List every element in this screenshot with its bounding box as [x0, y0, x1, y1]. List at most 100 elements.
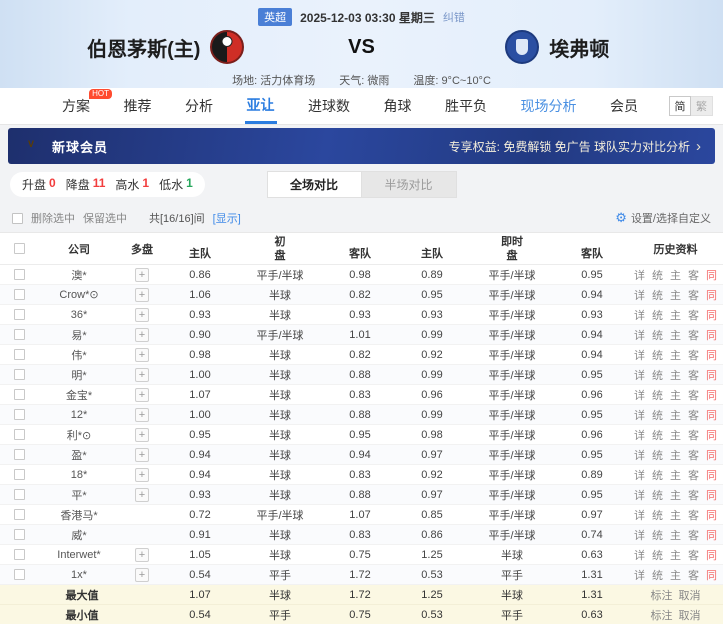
row-checkbox[interactable]: [14, 329, 25, 340]
history-link-1[interactable]: 详: [634, 367, 645, 383]
history-link-1[interactable]: 详: [634, 387, 645, 403]
history-link-4[interactable]: 客: [688, 387, 699, 403]
history-link-2[interactable]: 统: [652, 267, 663, 283]
history-link-2[interactable]: 统: [652, 367, 663, 383]
history-link-3[interactable]: 主: [670, 527, 681, 543]
row-checkbox[interactable]: [14, 309, 25, 320]
history-link-4[interactable]: 客: [688, 527, 699, 543]
history-link-5[interactable]: 同: [706, 527, 717, 543]
history-link-1[interactable]: 详: [634, 407, 645, 423]
history-link-3[interactable]: 主: [670, 567, 681, 583]
history-link-1[interactable]: 详: [634, 547, 645, 563]
lang-simplified-button[interactable]: 简: [669, 96, 691, 116]
vip-banner[interactable]: V 新球会员 专享权益: 免费解锁 免广告 球队实力对比分析 ›: [8, 128, 715, 164]
history-link-5[interactable]: 同: [706, 307, 717, 323]
history-link-1[interactable]: 详: [634, 267, 645, 283]
history-link-4[interactable]: 客: [688, 507, 699, 523]
summary-link-2[interactable]: 取消: [679, 587, 701, 603]
history-link-5[interactable]: 同: [706, 427, 717, 443]
history-link-2[interactable]: 统: [652, 527, 663, 543]
row-checkbox[interactable]: [14, 389, 25, 400]
history-link-5[interactable]: 同: [706, 367, 717, 383]
summary-link-2[interactable]: 取消: [679, 607, 701, 623]
history-link-4[interactable]: 客: [688, 567, 699, 583]
history-link-5[interactable]: 同: [706, 547, 717, 563]
history-link-2[interactable]: 统: [652, 467, 663, 483]
history-link-4[interactable]: 客: [688, 267, 699, 283]
history-link-1[interactable]: 详: [634, 307, 645, 323]
row-checkbox[interactable]: [14, 409, 25, 420]
row-checkbox[interactable]: [14, 429, 25, 440]
history-link-4[interactable]: 客: [688, 327, 699, 343]
history-link-4[interactable]: 客: [688, 547, 699, 563]
history-link-3[interactable]: 主: [670, 367, 681, 383]
history-link-2[interactable]: 统: [652, 507, 663, 523]
history-link-4[interactable]: 客: [688, 487, 699, 503]
history-link-5[interactable]: 同: [706, 467, 717, 483]
history-link-3[interactable]: 主: [670, 407, 681, 423]
history-link-1[interactable]: 详: [634, 567, 645, 583]
history-link-3[interactable]: 主: [670, 427, 681, 443]
half-match-toggle[interactable]: 半场对比: [362, 171, 457, 198]
history-link-2[interactable]: 统: [652, 487, 663, 503]
history-link-5[interactable]: 同: [706, 447, 717, 463]
history-link-3[interactable]: 主: [670, 287, 681, 303]
summary-link-1[interactable]: 标注: [651, 607, 673, 623]
lang-traditional-button[interactable]: 繁: [691, 96, 713, 116]
history-link-3[interactable]: 主: [670, 547, 681, 563]
row-checkbox[interactable]: [14, 449, 25, 460]
league-badge[interactable]: 英超: [258, 8, 292, 26]
history-link-3[interactable]: 主: [670, 307, 681, 323]
summary-link-1[interactable]: 标注: [651, 587, 673, 603]
history-link-4[interactable]: 客: [688, 347, 699, 363]
row-checkbox[interactable]: [14, 349, 25, 360]
row-checkbox[interactable]: [14, 509, 25, 520]
row-checkbox[interactable]: [14, 529, 25, 540]
history-link-4[interactable]: 客: [688, 307, 699, 323]
history-link-5[interactable]: 同: [706, 507, 717, 523]
row-checkbox[interactable]: [14, 489, 25, 500]
history-link-5[interactable]: 同: [706, 567, 717, 583]
history-link-1[interactable]: 详: [634, 487, 645, 503]
history-link-2[interactable]: 统: [652, 387, 663, 403]
history-link-3[interactable]: 主: [670, 267, 681, 283]
history-link-5[interactable]: 同: [706, 387, 717, 403]
nav-tab-3[interactable]: 分析: [183, 88, 215, 124]
history-link-2[interactable]: 统: [652, 427, 663, 443]
expand-plus-button[interactable]: +: [135, 368, 149, 382]
expand-plus-button[interactable]: +: [135, 548, 149, 562]
history-link-5[interactable]: 同: [706, 347, 717, 363]
history-link-1[interactable]: 详: [634, 447, 645, 463]
history-link-5[interactable]: 同: [706, 327, 717, 343]
history-link-4[interactable]: 客: [688, 407, 699, 423]
show-link[interactable]: [显示]: [213, 210, 241, 226]
history-link-1[interactable]: 详: [634, 327, 645, 343]
row-checkbox[interactable]: [14, 269, 25, 280]
expand-plus-button[interactable]: +: [135, 488, 149, 502]
row-checkbox[interactable]: [14, 289, 25, 300]
history-link-3[interactable]: 主: [670, 447, 681, 463]
history-link-2[interactable]: 统: [652, 407, 663, 423]
nav-tab-4[interactable]: 亚让: [245, 88, 277, 124]
history-link-1[interactable]: 详: [634, 527, 645, 543]
history-link-2[interactable]: 统: [652, 327, 663, 343]
vip-benefits[interactable]: 专享权益: 免费解锁 免广告 球队实力对比分析 ›: [449, 138, 701, 155]
history-link-3[interactable]: 主: [670, 487, 681, 503]
nav-tab-5[interactable]: 进球数: [306, 88, 352, 124]
expand-plus-button[interactable]: +: [135, 388, 149, 402]
history-link-1[interactable]: 详: [634, 507, 645, 523]
history-link-4[interactable]: 客: [688, 427, 699, 443]
expand-plus-button[interactable]: +: [135, 288, 149, 302]
nav-tab-1[interactable]: 方案HOT: [60, 88, 92, 124]
history-link-1[interactable]: 详: [634, 427, 645, 443]
expand-plus-button[interactable]: +: [135, 328, 149, 342]
nav-tab-9[interactable]: 会员: [608, 88, 640, 124]
history-link-1[interactable]: 详: [634, 467, 645, 483]
history-link-3[interactable]: 主: [670, 387, 681, 403]
nav-tab-6[interactable]: 角球: [382, 88, 414, 124]
history-link-4[interactable]: 客: [688, 467, 699, 483]
full-match-toggle[interactable]: 全场对比: [267, 171, 362, 198]
history-link-1[interactable]: 详: [634, 287, 645, 303]
history-link-4[interactable]: 客: [688, 447, 699, 463]
history-link-2[interactable]: 统: [652, 287, 663, 303]
